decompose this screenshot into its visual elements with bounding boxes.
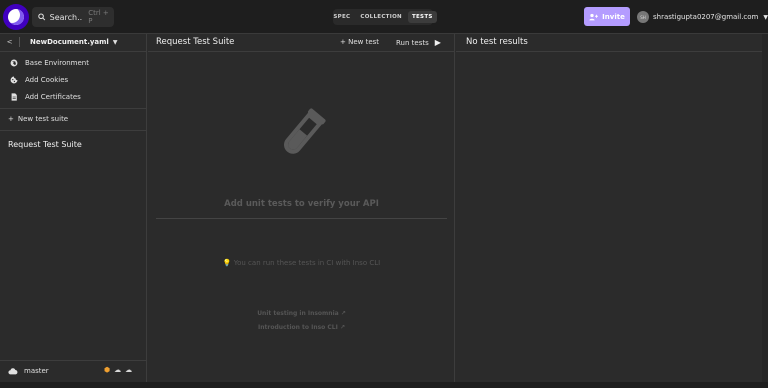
link-label: Introduction to Inso CLI [258, 324, 338, 331]
divider [156, 218, 447, 219]
avatar[interactable]: SH [637, 11, 649, 23]
globe-icon [10, 59, 18, 67]
results-title: No test results [466, 37, 528, 47]
tab-spec[interactable]: SPEC [329, 11, 354, 23]
sidebar-item-label: Base Environment [25, 59, 89, 67]
cookie-icon [10, 76, 18, 84]
scrollbar[interactable] [762, 34, 768, 388]
chevron-down-icon[interactable]: ▼ [113, 39, 118, 46]
test-results-panel: No test results [456, 34, 768, 388]
external-link-icon: ↗ [340, 310, 346, 317]
test-suite-panel: Request Test Suite + New test Run tests … [148, 34, 455, 388]
inso-cli-link[interactable]: Introduction to Inso CLI ↗ [148, 324, 455, 331]
sync-status: ⬢ ☁ ☁ [104, 366, 132, 374]
search-label: Search.. [49, 12, 83, 22]
new-test-label: New test [348, 38, 380, 46]
divider [0, 108, 147, 109]
account-menu[interactable]: shrastigupta0207@gmail.com ▼ [653, 10, 768, 24]
lightbulb-icon: 💡 [222, 259, 232, 267]
play-icon: ▶ [434, 38, 441, 47]
sidebar-item-label: Add Certificates [25, 93, 81, 101]
invite-label: Invite [602, 12, 625, 21]
sidebar-item-request-test-suite[interactable]: Request Test Suite [8, 140, 82, 149]
search-icon [38, 13, 46, 21]
divider [0, 130, 147, 131]
account-email: shrastigupta0207@gmail.com [653, 13, 759, 21]
run-tests-label: Run tests [396, 38, 429, 47]
back-chevron-icon[interactable]: < [0, 37, 20, 47]
test-tube-icon [284, 108, 326, 154]
sidebar-item-base-environment[interactable]: Base Environment [10, 57, 89, 69]
run-tests-button[interactable]: Run tests ▶ [396, 38, 441, 47]
status-strip [0, 382, 768, 388]
new-test-suite-button[interactable]: + New test suite [8, 115, 68, 123]
warning-icon[interactable]: ⬢ [104, 366, 110, 374]
external-link-icon: ↗ [339, 324, 345, 331]
branch-selector[interactable]: master [8, 367, 49, 375]
certificate-icon [11, 93, 17, 101]
unit-testing-link[interactable]: Unit testing in Insomnia ↗ [148, 310, 455, 317]
panel-header: No test results [456, 34, 768, 52]
search-button[interactable]: Search.. Ctrl + P [32, 7, 114, 27]
document-name[interactable]: NewDocument.yaml [30, 38, 109, 46]
cloud-icon [8, 367, 18, 374]
branch-name: master [24, 367, 49, 375]
top-bar: Search.. Ctrl + P SPEC COLLECTION TESTS … [0, 0, 768, 34]
search-shortcut: Ctrl + P [88, 9, 109, 25]
tab-collection[interactable]: COLLECTION [356, 11, 406, 23]
new-test-button[interactable]: + New test [340, 38, 379, 46]
page-title: Request Test Suite [156, 37, 235, 47]
cli-tip-text: You can run these tests in CI with Inso … [233, 259, 381, 267]
cloud-download-icon[interactable]: ☁ [125, 366, 132, 374]
sidebar-item-add-certificates[interactable]: Add Certificates [10, 91, 81, 103]
sidebar-item-label: Add Cookies [25, 76, 69, 84]
invite-button[interactable]: Invite [584, 7, 630, 26]
add-user-icon [589, 13, 599, 20]
divider [0, 51, 147, 52]
tab-tests[interactable]: TESTS [407, 11, 437, 23]
cloud-upload-icon[interactable]: ☁ [114, 366, 121, 374]
new-test-suite-label: New test suite [17, 115, 69, 123]
plus-icon: + [340, 38, 349, 46]
sidebar: < NewDocument.yaml ▼ Base Environment Ad… [0, 34, 147, 388]
link-label: Unit testing in Insomnia [257, 310, 339, 317]
panel-header: Request Test Suite + New test Run tests … [148, 34, 455, 52]
document-selector: < NewDocument.yaml ▼ [0, 34, 147, 50]
chevron-down-icon: ▼ [763, 13, 768, 21]
sidebar-item-add-cookies[interactable]: Add Cookies [10, 74, 68, 86]
empty-state-message: Add unit tests to verify your API [224, 199, 379, 209]
sidebar-footer: master ⬢ ☁ ☁ [0, 360, 147, 382]
cli-tip: 💡 You can run these tests in CI with Ins… [148, 259, 455, 267]
mode-switcher: SPEC COLLECTION TESTS [333, 9, 437, 25]
plus-icon: + [8, 115, 14, 123]
insomnia-logo-icon[interactable] [3, 4, 29, 30]
